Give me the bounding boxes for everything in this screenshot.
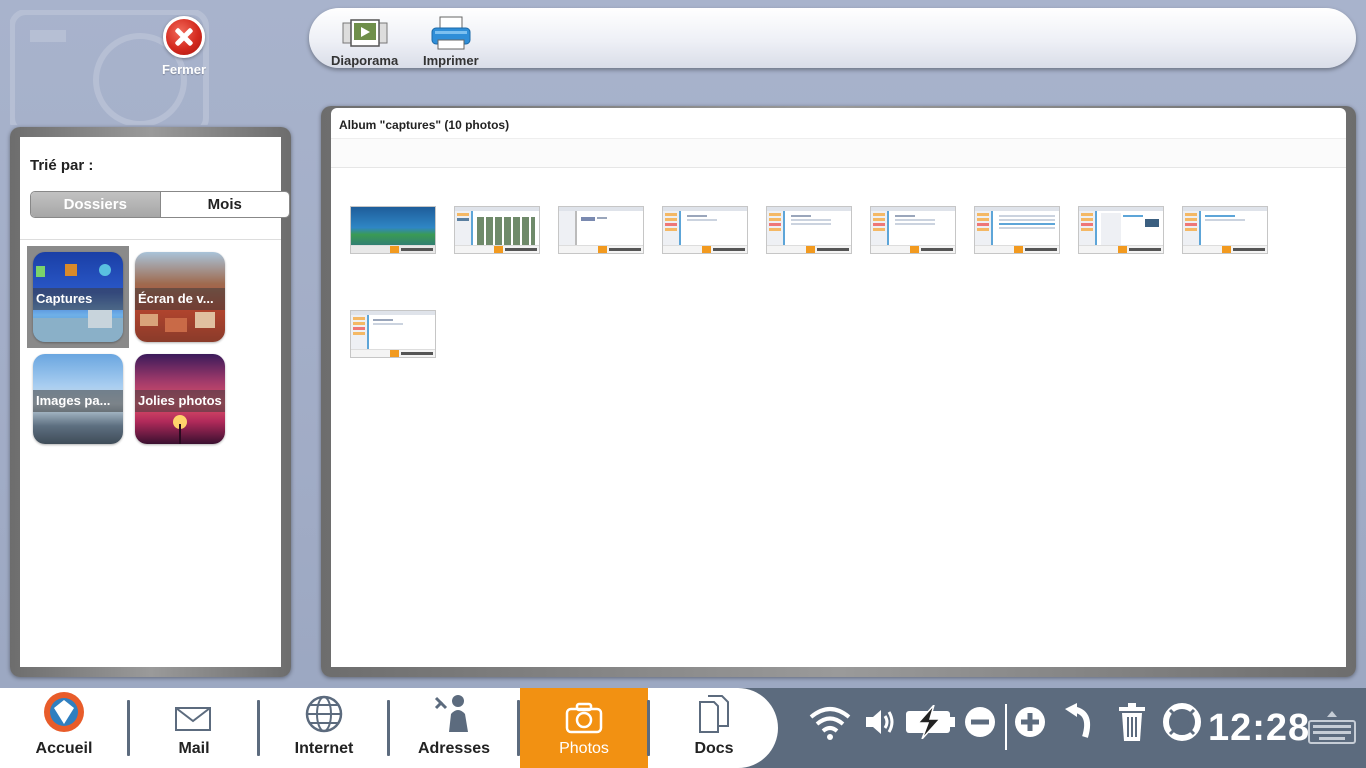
- taskbar-internet[interactable]: Internet: [260, 688, 388, 768]
- wifi-icon: [809, 707, 851, 740]
- camera-icon: [565, 702, 603, 734]
- folder-label: Écran de v...: [135, 288, 225, 310]
- photo-thumbnail[interactable]: [974, 206, 1060, 254]
- keyboard-button[interactable]: [1306, 708, 1358, 748]
- speaker-icon: [866, 710, 894, 734]
- documents-icon: [699, 695, 729, 733]
- taskbar-contacts[interactable]: Adresses: [390, 688, 518, 768]
- taskbar-label: Adresses: [417, 740, 491, 757]
- contacts-icon: [434, 695, 468, 732]
- battery-button[interactable]: [904, 702, 958, 742]
- undo-arrow-icon: [1065, 703, 1091, 738]
- taskbar-label: Accueil: [35, 740, 93, 757]
- photo-thumbnail[interactable]: [350, 206, 436, 254]
- plus-circle-icon: [1015, 707, 1045, 737]
- print-label: Imprimer: [423, 53, 479, 68]
- home-logo-icon: [44, 692, 84, 732]
- sort-toggle: Dossiers Mois: [30, 191, 290, 218]
- volume-button[interactable]: [862, 702, 898, 742]
- top-toolbar: Diaporama Imprimer: [309, 8, 1356, 68]
- undo-button[interactable]: [1062, 702, 1098, 742]
- photo-thumbnail[interactable]: [454, 206, 540, 254]
- taskbar-label: Internet: [294, 740, 354, 757]
- album-panel: Album "captures" (10 photos): [321, 106, 1356, 677]
- trash-icon: [1119, 703, 1145, 741]
- album-title: Album "captures" (10 photos): [339, 118, 510, 132]
- divider: [1005, 704, 1007, 750]
- photo-thumbnail[interactable]: [766, 206, 852, 254]
- slideshow-button[interactable]: Diaporama: [331, 16, 398, 68]
- sort-months-button[interactable]: Mois: [160, 192, 289, 217]
- taskbar-label: Mail: [178, 740, 210, 757]
- slideshow-label: Diaporama: [331, 53, 399, 68]
- taskbar-photos[interactable]: Photos: [520, 688, 648, 768]
- photo-thumbnail[interactable]: [870, 206, 956, 254]
- taskbar: Accueil Mail Internet Adresses Photos Do…: [0, 688, 1366, 768]
- wifi-button[interactable]: [808, 702, 852, 742]
- taskbar-mail[interactable]: Mail: [130, 688, 258, 768]
- folder-captures[interactable]: Captures: [33, 252, 123, 342]
- folder-label: Jolies photos: [135, 390, 225, 412]
- divider: [20, 239, 281, 240]
- sort-folders-button[interactable]: Dossiers: [31, 192, 161, 217]
- taskbar-label: Photos: [559, 740, 609, 757]
- photo-thumbnail[interactable]: [662, 206, 748, 254]
- folder-label: Images pa...: [33, 390, 123, 412]
- photo-thumbnail[interactable]: [350, 310, 436, 358]
- photo-thumbnail[interactable]: [1182, 206, 1268, 254]
- close-button[interactable]: Fermer: [152, 16, 216, 77]
- lifebuoy-icon: [1163, 703, 1201, 741]
- taskbar-apps: Accueil Mail Internet Adresses Photos Do…: [0, 688, 778, 768]
- sort-label: Trié par :: [30, 157, 94, 174]
- close-icon: [163, 16, 205, 58]
- trash-button[interactable]: [1114, 702, 1150, 742]
- album-header-bar: [331, 138, 1346, 168]
- battery-charging-icon: [906, 705, 955, 739]
- minus-circle-icon: [965, 707, 995, 737]
- slideshow-icon: [342, 19, 388, 47]
- close-label: Fermer: [161, 62, 207, 77]
- photo-thumbnail[interactable]: [1078, 206, 1164, 254]
- taskbar-docs[interactable]: Docs: [650, 688, 778, 768]
- taskbar-home[interactable]: Accueil: [0, 688, 128, 768]
- zoom-out-button[interactable]: [962, 702, 998, 742]
- help-button[interactable]: [1162, 702, 1202, 742]
- folder-screensaver[interactable]: Écran de v...: [135, 252, 225, 342]
- zoom-in-button[interactable]: [1012, 702, 1048, 742]
- clock: 12:28: [1208, 707, 1311, 749]
- folder-panel: Trié par : Dossiers Mois Captures Écran: [10, 127, 291, 677]
- print-button[interactable]: Imprimer: [423, 16, 479, 68]
- folder-landscapes[interactable]: Images pa...: [33, 354, 123, 444]
- photo-thumbnail[interactable]: [558, 206, 644, 254]
- folder-pretty-photos[interactable]: Jolies photos: [135, 354, 225, 444]
- folder-label: Captures: [33, 288, 123, 310]
- globe-icon: [305, 695, 343, 733]
- keyboard-icon: [1308, 711, 1356, 744]
- envelope-icon: [175, 707, 211, 731]
- printer-icon: [431, 16, 471, 50]
- taskbar-label: Docs: [694, 740, 734, 757]
